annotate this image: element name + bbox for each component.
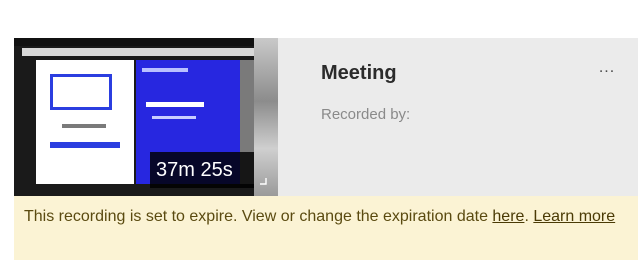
thumbnail-text-line bbox=[62, 124, 106, 128]
thumbnail-left-panel bbox=[36, 60, 134, 184]
recording-title: Meeting bbox=[321, 62, 397, 84]
learn-more-link[interactable]: Learn more bbox=[533, 208, 615, 225]
banner-separator: . bbox=[524, 208, 534, 225]
recording-card[interactable]: 37m 25s Meeting Recorded by: ... This re… bbox=[14, 38, 638, 260]
here-link[interactable]: here bbox=[492, 208, 524, 225]
thumbnail-blue-line bbox=[142, 68, 188, 72]
expand-icon bbox=[260, 178, 267, 185]
more-options-icon[interactable]: ... bbox=[590, 58, 624, 78]
thumbnail-blue-subline bbox=[152, 116, 196, 119]
banner-text: This recording is set to expire. View or… bbox=[24, 208, 493, 225]
thumbnail-toolbar bbox=[22, 48, 254, 56]
recorded-by-label: Recorded by: bbox=[321, 106, 411, 123]
thumbnail-topbar bbox=[14, 38, 278, 46]
thumbnail-frame bbox=[50, 74, 112, 110]
recording-thumbnail[interactable]: 37m 25s bbox=[14, 38, 278, 196]
thumbnail-blue-bar bbox=[146, 102, 204, 107]
thumbnail-button-shape bbox=[50, 142, 120, 148]
thumbnail-side-video bbox=[254, 38, 278, 196]
expiration-banner: This recording is set to expire. View or… bbox=[14, 196, 638, 260]
duration-badge: 37m 25s bbox=[150, 152, 254, 188]
